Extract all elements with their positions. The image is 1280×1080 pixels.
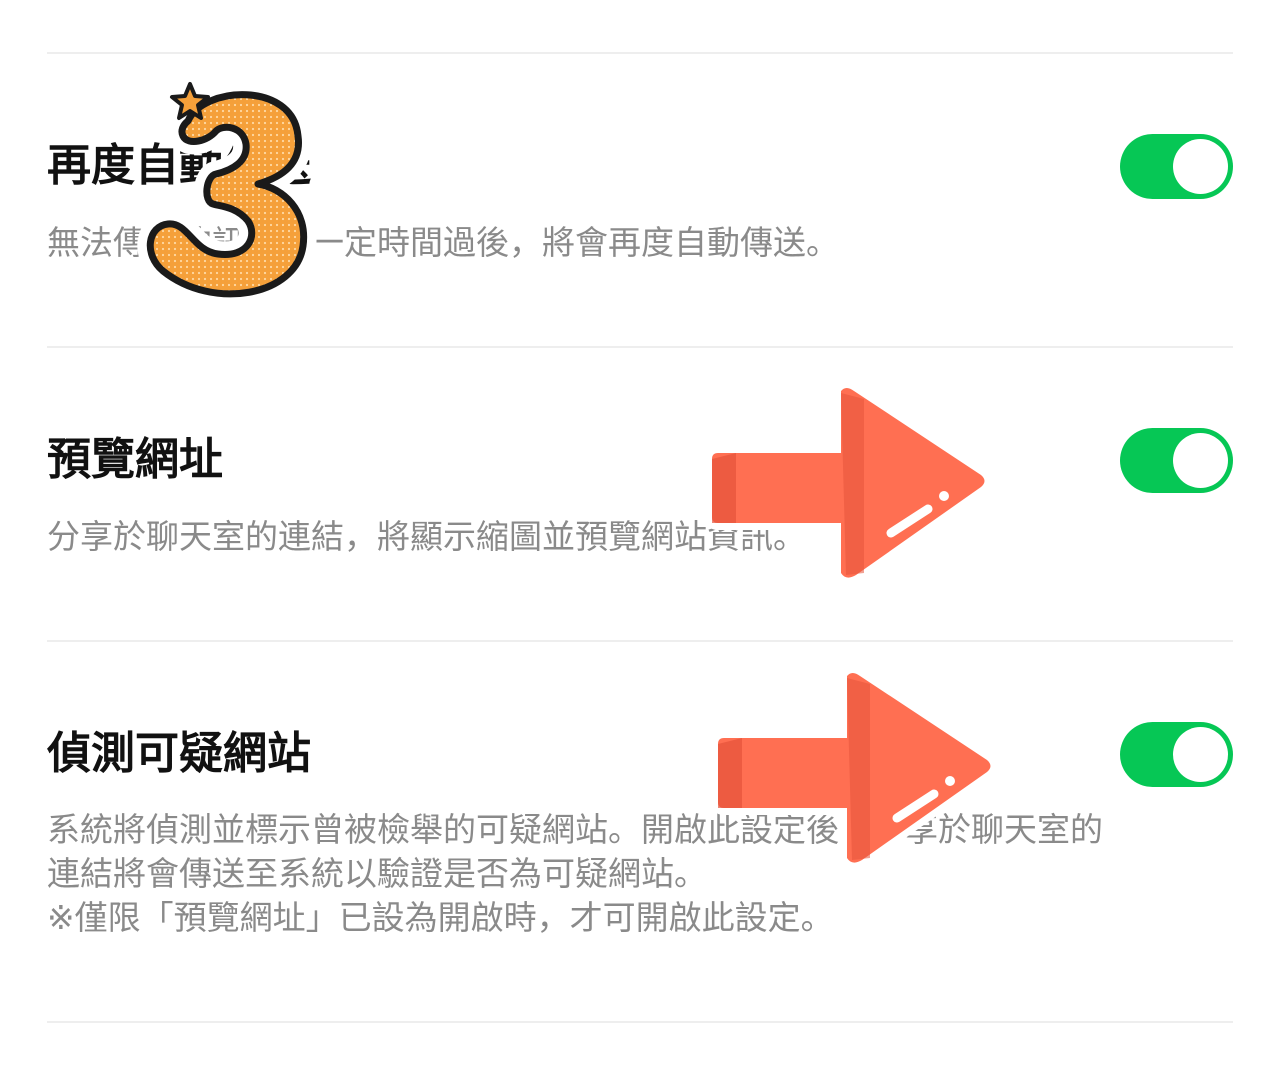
toggle-knob (1173, 433, 1228, 488)
setting-title: 偵測可疑網站 (47, 728, 311, 779)
setting-suspicious-site-detection: 偵測可疑網站 系統將偵測並標示曾被檢舉的可疑網站。開啟此設定後，分享於聊天室的 … (47, 642, 1233, 1021)
setting-url-preview: 預覽網址 分享於聊天室的連結，將顯示縮圖並預覽網站資訊。 (47, 348, 1233, 640)
toggle-knob (1173, 139, 1228, 194)
setting-title: 預覽網址 (47, 434, 223, 485)
auto-resend-toggle[interactable] (1120, 134, 1233, 199)
setting-description-line: 系統將偵測並標示曾被檢舉的可疑網站。開啟此設定後，分享於聊天室的 (47, 810, 1103, 849)
suspicious-site-toggle[interactable] (1120, 722, 1233, 787)
setting-description-line: 連結將會傳送至系統以驗證是否為可疑網站。 (47, 854, 707, 893)
setting-auto-resend: 再度自動傳送 無法傳送的訊息於一定時間過後，將會再度自動傳送。 (47, 54, 1233, 346)
url-preview-toggle[interactable] (1120, 428, 1233, 493)
setting-title: 再度自動傳送 (47, 140, 311, 191)
setting-description: 分享於聊天室的連結，將顯示縮圖並預覽網站資訊。 (47, 517, 806, 556)
divider-bottom (47, 1021, 1233, 1023)
setting-description-line: ※僅限「預覽網址」已設為開啟時，才可開啟此設定。 (47, 898, 834, 937)
toggle-knob (1173, 727, 1228, 782)
setting-description: 無法傳送的訊息於一定時間過後，將會再度自動傳送。 (47, 223, 839, 262)
